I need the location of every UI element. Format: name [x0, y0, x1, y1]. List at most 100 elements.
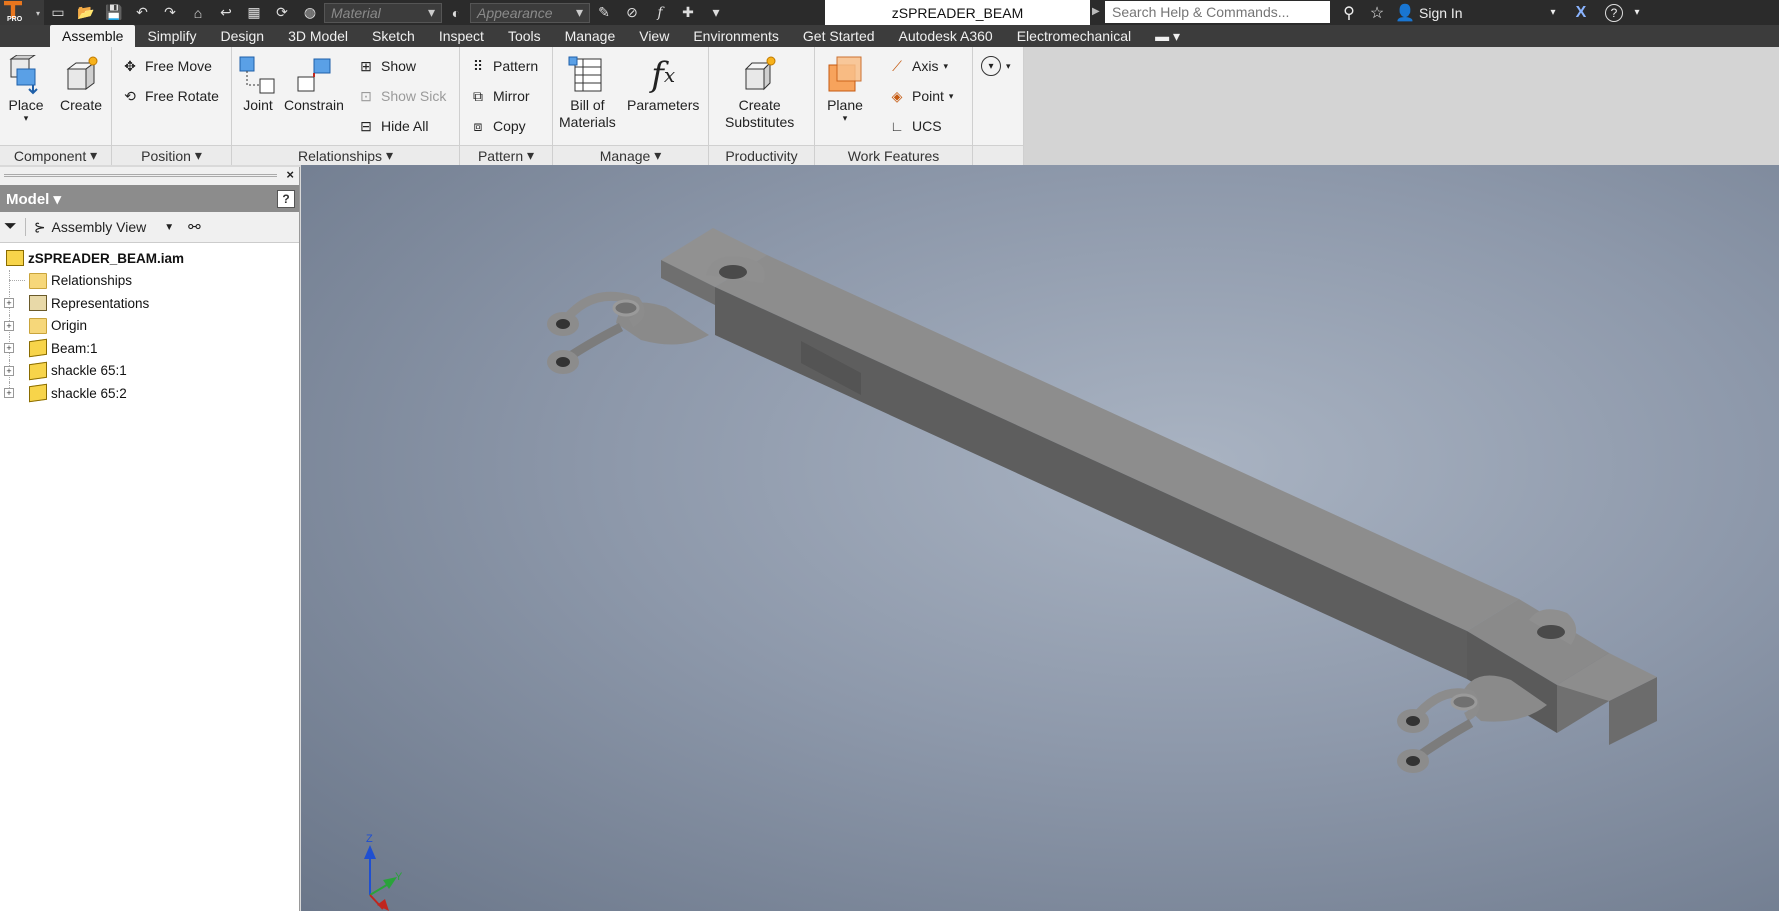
show-button[interactable]: ⊞ Show [356, 53, 416, 79]
redo-button[interactable]: ↷ [156, 0, 184, 25]
return-button[interactable]: ↩ [212, 0, 240, 25]
joint-button[interactable]: Joint [238, 53, 278, 114]
home-button[interactable]: ⌂ [184, 0, 212, 25]
help-icon[interactable]: ? [1605, 3, 1623, 22]
expand-icon[interactable]: + [4, 320, 14, 331]
grip-line [4, 174, 277, 177]
tab-tools[interactable]: Tools [496, 25, 553, 47]
place-icon [6, 53, 46, 97]
tab-design[interactable]: Design [208, 25, 276, 47]
expand-icon[interactable]: + [4, 298, 14, 309]
show-icon: ⊞ [360, 57, 372, 74]
close-icon[interactable]: × [286, 167, 294, 182]
pattern-button[interactable]: ⠿ Pattern [468, 53, 538, 79]
tree-item-origin[interactable]: + Origin [0, 314, 299, 337]
constrain-button[interactable]: Constrain [284, 53, 344, 114]
tree-item-beam[interactable]: + Beam:1 [0, 337, 299, 360]
place-button[interactable]: Place ▾ [6, 53, 46, 123]
sign-in-link[interactable]: Sign In [1419, 5, 1539, 21]
tab-environments[interactable]: Environments [681, 25, 791, 47]
create-component-button[interactable]: Create [60, 53, 102, 114]
model-scene[interactable]: Z Y [301, 165, 1779, 911]
tree-item-representations[interactable]: + Representations [0, 292, 299, 315]
binoculars-icon[interactable]: ⚲ [1335, 3, 1363, 23]
tab-electromechanical[interactable]: Electromechanical [1005, 25, 1143, 47]
panel-title-relationships[interactable]: Relationships ▾ [232, 145, 459, 165]
search-input[interactable] [1105, 1, 1330, 23]
binoculars-icon[interactable]: ⚯ [188, 218, 201, 236]
shackle-65-1[interactable] [547, 291, 645, 374]
update-button[interactable]: ⟳ [268, 0, 296, 25]
free-move-button[interactable]: ✥ Free Move [120, 53, 212, 79]
spreader-beam[interactable] [661, 228, 1657, 745]
customize-quick-access-button[interactable]: ▾ [702, 0, 730, 25]
open-file-button[interactable]: 📂 [72, 0, 100, 25]
hide-all-button[interactable]: ⊟ Hide All [356, 113, 428, 139]
clear-appearance-button[interactable]: ⊘ [618, 0, 646, 25]
tree-item-shackle-1[interactable]: + shackle 65:1 [0, 359, 299, 382]
browser-help-icon[interactable]: ? [277, 189, 295, 208]
select-filter-button[interactable]: ▦ [240, 0, 268, 25]
chevron-down-icon: ▾ [575, 4, 583, 20]
ribbon-display-toggle[interactable]: ▬ ▾ [1143, 25, 1192, 47]
color-wheel-icon[interactable]: ◐ [442, 0, 470, 25]
measure-button[interactable]: ✚ [674, 0, 702, 25]
adjust-button[interactable]: ◍ [296, 0, 324, 25]
adjust-appearance-button[interactable]: ✎ [590, 0, 618, 25]
parameters-button[interactable]: fx Parameters [627, 53, 699, 114]
help-glyph: ? [1605, 3, 1623, 22]
more-tools-button[interactable]: ▾ ▾ [981, 53, 1011, 79]
chevron-down-icon[interactable]: ▾ [1623, 7, 1651, 18]
tree-item-relationships[interactable]: Relationships [0, 269, 299, 292]
panel-title-position[interactable]: Position ▾ [112, 145, 231, 165]
tab-simplify[interactable]: Simplify [135, 25, 208, 47]
panel-title-manage[interactable]: Manage ▾ [553, 145, 708, 165]
create-label: Create [60, 97, 103, 113]
chevron-down-icon[interactable]: ▾ [1539, 7, 1567, 18]
shackle-65-2[interactable] [1397, 688, 1480, 773]
panel-title-productivity[interactable]: Productivity [709, 145, 814, 165]
appearance-select[interactable]: Appearance ▾ [470, 2, 590, 23]
plane-button[interactable]: Plane ▾ [825, 53, 865, 123]
copy-button[interactable]: ⧈ Copy [468, 113, 526, 139]
tree-root[interactable]: zSPREADER_BEAM.iam [0, 247, 299, 270]
material-select[interactable]: Material ▾ [324, 2, 442, 23]
undo-button[interactable]: ↶ [128, 0, 156, 25]
tab-manage[interactable]: Manage [553, 25, 628, 47]
show-sick-button[interactable]: ⊡ Show Sick [356, 83, 446, 109]
new-file-button[interactable]: ▭ [44, 0, 72, 25]
tab-get-started[interactable]: Get Started [791, 25, 887, 47]
expand-icon[interactable]: + [4, 388, 14, 399]
assembly-view-select[interactable]: ⊱ Assembly View ▼ [34, 219, 174, 236]
fx-parameters-button[interactable]: f [646, 0, 674, 25]
star-icon[interactable]: ☆ [1363, 3, 1391, 23]
panel-title-pattern[interactable]: Pattern ▾ [460, 145, 552, 165]
ucs-button[interactable]: ∟ UCS [887, 113, 941, 139]
graphics-viewport[interactable]: Z Y [301, 165, 1779, 911]
view-triad[interactable]: Z Y [364, 833, 403, 911]
filter-icon[interactable]: ⏷ [4, 218, 17, 236]
exchange-apps-icon[interactable]: X [1567, 4, 1595, 22]
tree-item-shackle-2[interactable]: + shackle 65:2 [0, 382, 299, 405]
create-substitutes-button[interactable]: Create Substitutes [725, 53, 794, 131]
save-button[interactable]: 💾 [100, 0, 128, 25]
point-button[interactable]: ◈ Point ▾ [887, 83, 954, 109]
mirror-button[interactable]: ⧉ Mirror [468, 83, 530, 109]
browser-title[interactable]: Model ▾ [6, 190, 61, 208]
expand-icon[interactable]: + [4, 343, 14, 354]
browser-grip[interactable]: × [0, 167, 299, 185]
expand-icon[interactable]: + [4, 365, 14, 376]
app-menu-button[interactable]: PRO ▾ [0, 0, 44, 25]
panel-title-component[interactable]: Component ▾ [0, 145, 111, 165]
create-substitutes-label-1: Create [738, 97, 781, 113]
tab-sketch[interactable]: Sketch [360, 25, 427, 47]
tab-inspect[interactable]: Inspect [427, 25, 496, 47]
axis-button[interactable]: ⟋ Axis ▾ [887, 53, 948, 79]
tab-view[interactable]: View [627, 25, 681, 47]
free-rotate-button[interactable]: ⟲ Free Rotate [120, 83, 219, 109]
tab-assemble[interactable]: Assemble [50, 25, 136, 47]
bill-of-materials-button[interactable]: Bill of Materials [559, 53, 616, 131]
tab-autodesk-a360[interactable]: Autodesk A360 [887, 25, 1005, 47]
panel-title-work-features[interactable]: Work Features [815, 145, 972, 165]
tab-3d-model[interactable]: 3D Model [276, 25, 360, 47]
